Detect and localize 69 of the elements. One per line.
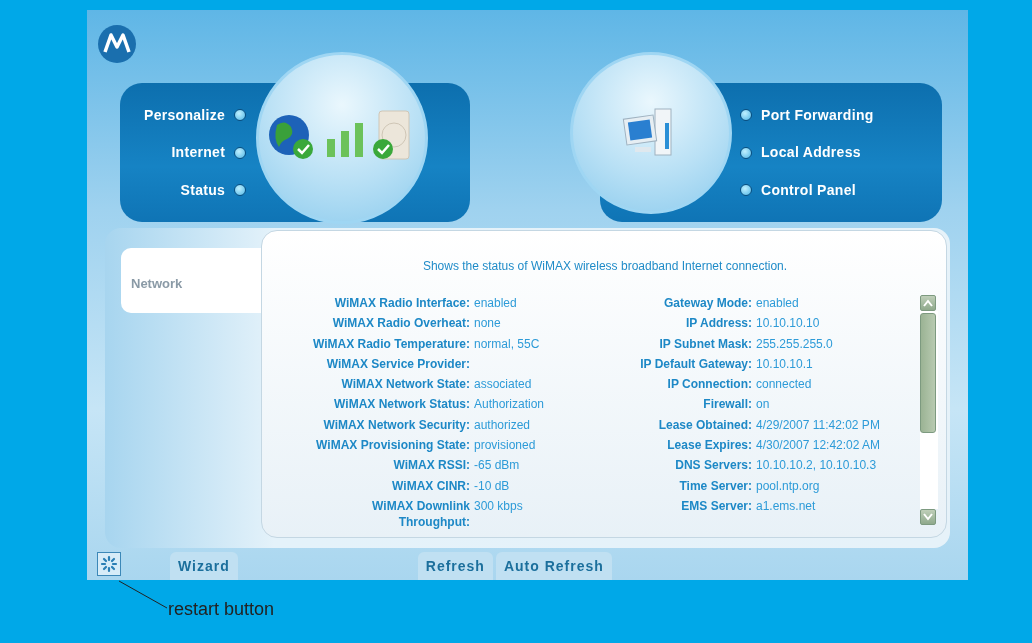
field-label: WiMAX Radio Temperature: [311, 335, 471, 352]
field-value: a1.ems.net [756, 497, 817, 514]
nav-dot-icon [740, 109, 752, 121]
field-label: WiMAX Network Security: [322, 416, 471, 433]
field-value: none [474, 315, 502, 332]
field-label: WiMAX Network Status: [333, 396, 471, 413]
nav-link[interactable]: Personalize [144, 104, 226, 126]
nav-dot-icon [234, 184, 247, 196]
field-label: Lease Expires: [666, 437, 753, 454]
nav-link[interactable]: Status [180, 179, 226, 201]
field-value: 4/30/2007 12:42:02 AM [756, 437, 882, 454]
field-label: WiMAX Radio Overheat: [331, 315, 471, 332]
field-value: normal, 55C [474, 335, 541, 352]
field-label: EMS Server: [680, 497, 753, 514]
field-label: WiMAX Service Provider: [325, 355, 471, 372]
nav-link[interactable]: Local Address [761, 142, 861, 163]
field-value: pool.ntp.org [756, 477, 821, 494]
field-label: WiMAX RSSI: [392, 457, 471, 474]
nav-dot-icon [740, 146, 752, 159]
field-value: on [756, 396, 771, 413]
sidebar-tab[interactable]: Network [121, 248, 261, 313]
nav-dot-icon [740, 184, 752, 196]
restart-button[interactable] [97, 552, 121, 576]
field-value: provisioned [474, 437, 537, 454]
field-label: WiMAX Radio Interface: [333, 295, 471, 311]
field-label: IP Connection: [666, 376, 753, 393]
refresh-button[interactable]: Refresh [417, 552, 493, 580]
field-label: IP Default Gateway: [639, 355, 753, 372]
field-label: Lease Obtained: [657, 416, 753, 433]
field-label: WiMAX Downlink Throughput: [371, 497, 471, 530]
field-value: 255.255.255.0 [756, 335, 834, 352]
refresh-button[interactable]: Auto Refresh [495, 552, 612, 580]
field-label: DNS Servers: [674, 457, 753, 474]
scroll-up-button[interactable] [920, 295, 936, 311]
field-value: 4/29/2007 11:42:02 PM [756, 416, 881, 433]
nav-link[interactable]: Port Forwarding [761, 104, 874, 126]
nav-link[interactable]: Internet [171, 142, 226, 163]
nav-link[interactable]: Control Panel [761, 179, 856, 201]
field-value: enabled [756, 295, 800, 311]
field-value: 10.10.10.2, 10.10.10.3 [756, 457, 878, 474]
field-value: 300 kbps [474, 497, 524, 515]
field-label: WiMAX Provisioning State: [315, 437, 471, 454]
field-label: IP Address: [684, 315, 753, 332]
field-label: Gateway Mode: [662, 295, 753, 311]
caret-down-icon [923, 513, 933, 521]
field-value: authorized [474, 416, 532, 433]
scrollbar-thumb[interactable] [920, 313, 936, 433]
nav-dot-icon [234, 146, 247, 159]
description-text: Shows the status of WiMAX wireless broadband Internet connection. [421, 258, 789, 275]
caret-up-icon [923, 299, 933, 307]
field-value: connected [756, 376, 813, 393]
field-label: Time Server: [678, 477, 753, 494]
field-value: enabled [474, 295, 518, 311]
scroll-down-button[interactable] [920, 509, 936, 525]
field-label: IP Subnet Mask: [658, 335, 753, 352]
nav-dot-icon [234, 109, 247, 121]
field-value: -65 dBm [474, 457, 521, 474]
leader-line [118, 580, 168, 610]
field-label: Firewall: [702, 396, 753, 413]
field-value: 10.10.10.1 [756, 355, 814, 372]
field-label: WiMAX Network State: [340, 376, 471, 393]
field-value: associated [474, 376, 533, 393]
field-label: WiMAX CINR: [391, 477, 471, 494]
field-value: -10 dB [474, 477, 511, 494]
wizard-button[interactable]: Wizard [170, 552, 238, 580]
field-value: 10.10.10.10 [756, 315, 821, 332]
annotation-text: restart button [168, 598, 275, 621]
field-value: Authorization [474, 396, 546, 413]
logo-icon [98, 25, 136, 63]
